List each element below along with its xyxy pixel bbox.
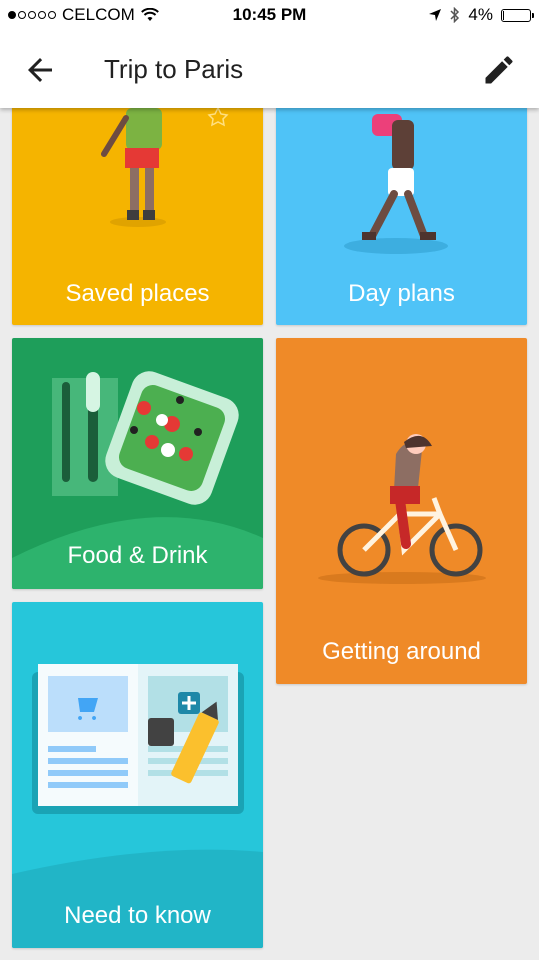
status-right: 4%: [428, 5, 534, 25]
tile-label: Food & Drink: [67, 542, 208, 569]
guidebook-illustration: [12, 664, 263, 948]
bluetooth-icon: [450, 7, 460, 23]
edit-pencil-icon[interactable]: [481, 52, 517, 88]
tile-getting-around[interactable]: Getting around: [276, 338, 527, 684]
app-bar: Trip to Paris: [0, 30, 539, 108]
back-arrow-icon[interactable]: [22, 52, 58, 88]
tile-label: Need to know: [64, 902, 211, 929]
tile-day-plans[interactable]: Day plans: [276, 90, 527, 325]
tile-label: Getting around: [322, 638, 481, 665]
location-arrow-icon: [429, 9, 442, 21]
status-bar: CELCOM 10:45 PM 4%: [0, 0, 539, 30]
battery-percent: 4%: [468, 5, 493, 24]
tile-label: Saved places: [65, 280, 210, 307]
cyclist-illustration: [318, 434, 486, 584]
tile-saved-places[interactable]: Saved places: [12, 90, 263, 325]
battery-icon: [501, 8, 534, 22]
tile-need-to-know[interactable]: Need to know: [12, 602, 263, 948]
tile-label: Day plans: [348, 280, 455, 307]
page-title: Trip to Paris: [104, 54, 244, 84]
tile-food-drink[interactable]: Food & Drink: [12, 338, 263, 589]
